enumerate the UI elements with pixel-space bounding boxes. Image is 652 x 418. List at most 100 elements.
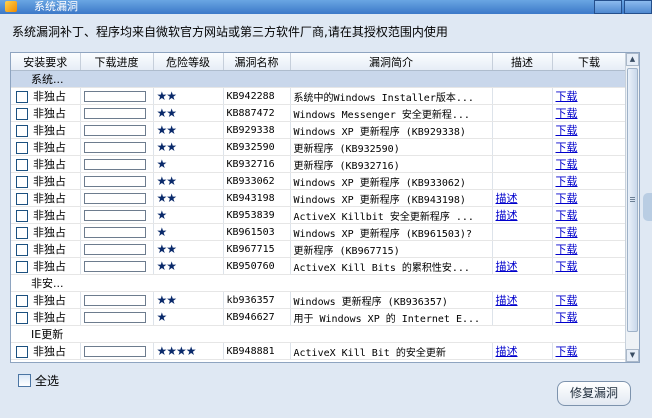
description-link[interactable]: 描述 bbox=[496, 209, 518, 222]
description-link[interactable]: 描述 bbox=[496, 294, 518, 307]
description-cell bbox=[492, 172, 553, 190]
col-header-progress[interactable]: 下载进度 bbox=[80, 53, 154, 71]
download-progress-bar bbox=[83, 346, 146, 357]
download-link[interactable]: 下载 bbox=[556, 107, 578, 120]
download-link[interactable]: 下载 bbox=[556, 124, 578, 137]
table-row[interactable]: 非独占 ★★ KB929338 Windows XP 更新程序 (KB929338) 下… bbox=[11, 121, 627, 139]
col-header-summary[interactable]: 漏洞简介 bbox=[290, 53, 493, 71]
install-req-text: 非独占 bbox=[33, 175, 66, 188]
progress-cell bbox=[80, 138, 154, 156]
risk-stars: ★★ bbox=[153, 138, 224, 156]
col-header-risk[interactable]: 危险等级 bbox=[153, 53, 224, 71]
col-header-name[interactable]: 漏洞名称 bbox=[223, 53, 291, 71]
download-link[interactable]: 下载 bbox=[556, 175, 578, 188]
table-row[interactable]: 非独占 ★★ KB932590 更新程序 (KB932590) 下载 bbox=[11, 138, 627, 156]
row-checkbox[interactable] bbox=[16, 244, 28, 256]
kb-name: KB887472 bbox=[223, 104, 291, 122]
vuln-summary: Windows XP 更新程序 (KB961503)? bbox=[290, 223, 493, 241]
progress-cell bbox=[80, 240, 154, 258]
table-row[interactable]: 非独占 ★★ KB933062 Windows XP 更新程序 (KB933062) 下… bbox=[11, 172, 627, 190]
scroll-down-arrow-icon[interactable]: ▼ bbox=[626, 349, 639, 362]
side-handle[interactable] bbox=[643, 193, 652, 221]
download-link[interactable]: 下载 bbox=[556, 158, 578, 171]
col-header-download[interactable]: 下载 bbox=[552, 53, 627, 71]
description-cell bbox=[492, 155, 553, 173]
row-checkbox[interactable] bbox=[16, 176, 28, 188]
download-cell: 下载 bbox=[552, 291, 627, 309]
kb-name: KB967715 bbox=[223, 240, 291, 258]
vulnerability-list[interactable]: 安装要求 下载进度 危险等级 漏洞名称 漏洞简介 描述 下载 系统... 非独占 ★… bbox=[10, 52, 640, 363]
description-link[interactable]: 描述 bbox=[496, 260, 518, 273]
group-row[interactable]: IE更新 bbox=[11, 325, 627, 343]
fix-vulnerabilities-button[interactable]: 修复漏洞 bbox=[557, 381, 631, 406]
kb-name: KB943198 bbox=[223, 189, 291, 207]
download-link[interactable]: 下载 bbox=[556, 141, 578, 154]
download-progress-bar bbox=[83, 142, 146, 153]
kb-name: KB932590 bbox=[223, 138, 291, 156]
group-label: IE更新 bbox=[11, 325, 627, 343]
table-row[interactable]: 非独占 ★★ KB887472 Windows Messenger 安全更新程... 下… bbox=[11, 104, 627, 122]
group-row[interactable]: 非安... bbox=[11, 274, 627, 292]
table-row[interactable]: 非独占 ★★ kb936357 Windows 更新程序 (KB936357) 描述 下载 bbox=[11, 291, 627, 309]
row-checkbox[interactable] bbox=[16, 142, 28, 154]
window-controls bbox=[592, 0, 652, 14]
progress-cell bbox=[80, 257, 154, 275]
download-cell: 下载 bbox=[552, 223, 627, 241]
row-checkbox[interactable] bbox=[16, 227, 28, 239]
table-row[interactable]: 非独占 ★★ KB967715 更新程序 (KB967715) 下载 bbox=[11, 240, 627, 258]
row-checkbox[interactable] bbox=[16, 312, 28, 324]
install-req-text: 非独占 bbox=[33, 209, 66, 222]
download-link[interactable]: 下载 bbox=[556, 209, 578, 222]
install-req-cell: 非独占 bbox=[11, 291, 81, 309]
minimize-button[interactable] bbox=[594, 0, 622, 14]
scroll-up-arrow-icon[interactable]: ▲ bbox=[626, 53, 639, 66]
table-row[interactable]: 非独占 ★★ KB942288 系统中的Windows Installer版本... 下… bbox=[11, 87, 627, 105]
description-link[interactable]: 描述 bbox=[496, 192, 518, 205]
vuln-summary: Windows 更新程序 (KB936357) bbox=[290, 291, 493, 309]
download-cell: 下载 bbox=[552, 155, 627, 173]
close-button[interactable] bbox=[624, 0, 652, 14]
download-link[interactable]: 下载 bbox=[556, 90, 578, 103]
table-row[interactable]: 非独占 ★ KB946627 用于 Windows XP 的 Internet E..… bbox=[11, 308, 627, 326]
table-row[interactable]: 非独占 ★ KB961503 Windows XP 更新程序 (KB961503)? 下… bbox=[11, 223, 627, 241]
risk-stars: ★★ bbox=[153, 291, 224, 309]
install-req-cell: 非独占 bbox=[11, 87, 81, 105]
row-checkbox[interactable] bbox=[16, 125, 28, 137]
select-all[interactable]: 全选 bbox=[18, 372, 59, 389]
row-checkbox[interactable] bbox=[16, 91, 28, 103]
col-header-install-req[interactable]: 安装要求 bbox=[11, 53, 81, 71]
download-link[interactable]: 下载 bbox=[556, 311, 578, 324]
select-all-checkbox[interactable] bbox=[18, 374, 31, 387]
download-link[interactable]: 下载 bbox=[556, 345, 578, 358]
download-progress-bar bbox=[83, 91, 146, 102]
vertical-scrollbar[interactable]: ▲ ▼ bbox=[625, 53, 639, 362]
risk-stars: ★ bbox=[153, 308, 224, 326]
table-row[interactable]: 非独占 ★ KB932716 更新程序 (KB932716) 下载 bbox=[11, 155, 627, 173]
scroll-thumb[interactable] bbox=[627, 68, 638, 332]
row-checkbox[interactable] bbox=[16, 261, 28, 273]
group-label: 非安... bbox=[11, 274, 627, 292]
col-header-description[interactable]: 描述 bbox=[492, 53, 553, 71]
download-link[interactable]: 下载 bbox=[556, 294, 578, 307]
download-progress-bar bbox=[83, 227, 146, 238]
title-bar: 系统漏洞 bbox=[0, 0, 652, 14]
row-checkbox[interactable] bbox=[16, 210, 28, 222]
row-checkbox[interactable] bbox=[16, 346, 28, 358]
group-row[interactable]: 系统... bbox=[11, 70, 627, 88]
download-link[interactable]: 下载 bbox=[556, 243, 578, 256]
description-link[interactable]: 描述 bbox=[496, 345, 518, 358]
table-row[interactable]: 非独占 ★ KB953839 ActiveX Killbit 安全更新程序 ... 描述… bbox=[11, 206, 627, 224]
table-row[interactable]: 非独占 ★★★★ KB948881 ActiveX Kill Bit 的安全更新 描述 下… bbox=[11, 342, 627, 360]
row-checkbox[interactable] bbox=[16, 295, 28, 307]
download-link[interactable]: 下载 bbox=[556, 260, 578, 273]
download-link[interactable]: 下载 bbox=[556, 192, 578, 205]
row-checkbox[interactable] bbox=[16, 159, 28, 171]
row-checkbox[interactable] bbox=[16, 193, 28, 205]
progress-cell bbox=[80, 308, 154, 326]
kb-name: KB950760 bbox=[223, 257, 291, 275]
install-req-text: 非独占 bbox=[33, 192, 66, 205]
table-row[interactable]: 非独占 ★★ KB950760 ActiveX Kill Bits 的累积性安... 描… bbox=[11, 257, 627, 275]
download-link[interactable]: 下载 bbox=[556, 226, 578, 239]
row-checkbox[interactable] bbox=[16, 108, 28, 120]
table-row[interactable]: 非独占 ★★ KB943198 Windows XP 更新程序 (KB943198) 描… bbox=[11, 189, 627, 207]
